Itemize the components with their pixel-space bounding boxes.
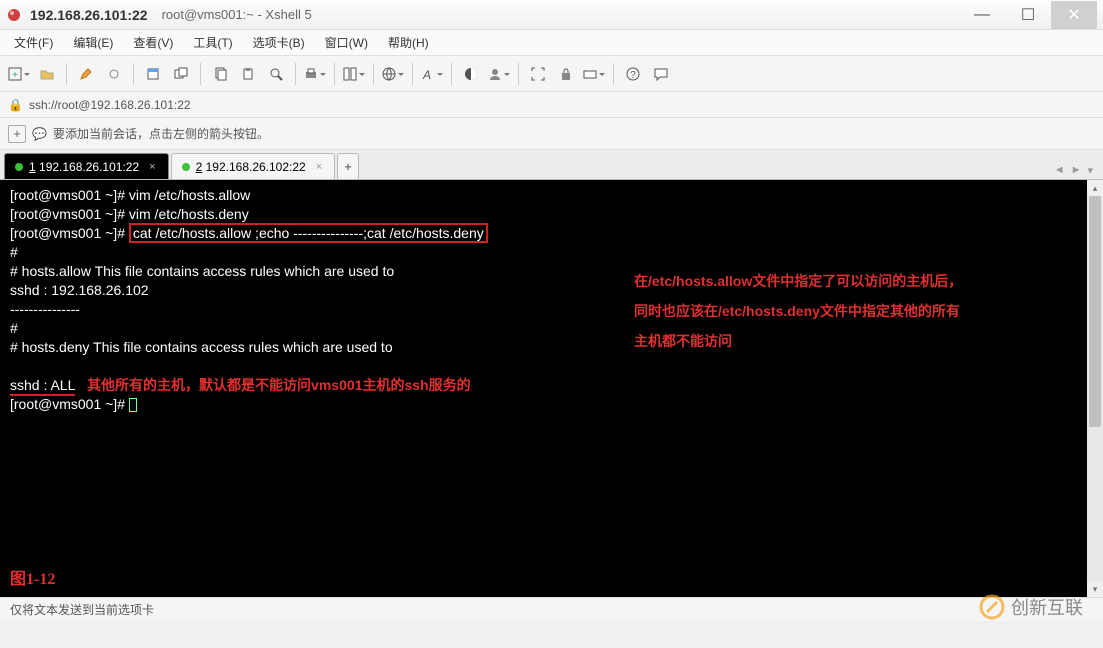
tab-prev-icon[interactable]: ◄ xyxy=(1052,162,1067,179)
menu-tabs[interactable]: 选项卡(B) xyxy=(245,32,313,53)
menu-bar: 文件(F) 编辑(E) 查看(V) 工具(T) 选项卡(B) 窗口(W) 帮助(… xyxy=(0,30,1103,56)
session-hint-bar: + 💬 要添加当前会话，点击左侧的箭头按钮。 xyxy=(0,118,1103,150)
toolbar: + A ? xyxy=(0,56,1103,92)
terminal-output[interactable]: [root@vms001 ~]# vim /etc/hosts.allow [r… xyxy=(0,180,1103,597)
menu-file[interactable]: 文件(F) xyxy=(6,32,61,53)
status-dot-icon xyxy=(182,163,190,171)
lock-small-icon: 🔒 xyxy=(8,98,23,112)
toolbar-separator xyxy=(133,63,134,85)
hint-text: 要添加当前会话，点击左侧的箭头按钮。 xyxy=(53,125,269,142)
menu-help[interactable]: 帮助(H) xyxy=(380,32,437,53)
highlighted-command: cat /etc/hosts.allow ;echo -------------… xyxy=(129,223,488,243)
close-button[interactable]: ✕ xyxy=(1051,1,1097,29)
tab-close-icon[interactable]: × xyxy=(149,161,155,173)
watermark: 创新互联 xyxy=(979,594,1083,620)
app-icon xyxy=(6,7,22,23)
open-icon[interactable] xyxy=(34,61,60,87)
address-bar: 🔒 ssh://root@192.168.26.101:22 xyxy=(0,92,1103,118)
tab-close-icon[interactable]: × xyxy=(316,161,322,173)
toolbar-separator xyxy=(451,63,452,85)
figure-label: 图1-12 xyxy=(10,570,55,589)
lock-icon[interactable] xyxy=(553,61,579,87)
status-bar: 仅将文本发送到当前选项卡 xyxy=(0,597,1103,621)
terminal-cursor xyxy=(129,398,137,412)
status-text: 仅将文本发送到当前选项卡 xyxy=(10,601,154,618)
toolbar-separator xyxy=(334,63,335,85)
svg-text:+: + xyxy=(12,70,18,81)
terminal-scrollbar[interactable]: ▴ ▾ xyxy=(1087,180,1103,597)
annotation-inline: 其他所有的主机，默认都是不能访问vms001主机的ssh服务的 xyxy=(87,377,471,393)
status-dot-icon xyxy=(15,163,23,171)
title-sub: root@vms001:~ - Xshell 5 xyxy=(162,7,312,22)
color-icon[interactable] xyxy=(458,61,484,87)
sessions-icon[interactable] xyxy=(168,61,194,87)
fullscreen-icon[interactable] xyxy=(525,61,551,87)
svg-text:?: ? xyxy=(630,70,636,81)
title-host: 192.168.26.101:22 xyxy=(30,7,148,23)
toolbar-separator xyxy=(613,63,614,85)
toolbar-separator xyxy=(295,63,296,85)
svg-text:A: A xyxy=(422,68,431,81)
toolbar-separator xyxy=(518,63,519,85)
annotation-right: 在/etc/hosts.allow文件中指定了可以访问的主机后， 同时也应该在/… xyxy=(634,266,962,356)
new-session-icon[interactable]: + xyxy=(6,61,32,87)
minimize-button[interactable]: — xyxy=(959,1,1005,29)
keyboard-icon[interactable] xyxy=(581,61,607,87)
address-url[interactable]: ssh://root@192.168.26.101:22 xyxy=(29,98,191,112)
toolbar-separator xyxy=(200,63,201,85)
scroll-up-icon[interactable]: ▴ xyxy=(1093,180,1098,196)
menu-tools[interactable]: 工具(T) xyxy=(185,32,240,53)
window-titlebar: 192.168.26.101:22 root@vms001:~ - Xshell… xyxy=(0,0,1103,30)
tab-session-1[interactable]: 1 192.168.26.101:22 × xyxy=(4,153,169,179)
toolbar-separator xyxy=(66,63,67,85)
scroll-down-icon[interactable]: ▾ xyxy=(1093,581,1098,597)
help-icon[interactable]: ? xyxy=(620,61,646,87)
hint-icon: 💬 xyxy=(32,127,47,141)
tab-strip: 1 192.168.26.101:22 × 2 192.168.26.102:2… xyxy=(0,150,1103,180)
tab-session-2[interactable]: 2 192.168.26.102:22 × xyxy=(171,153,336,179)
encoding-icon[interactable] xyxy=(380,61,406,87)
highlighted-rule: sshd : ALL xyxy=(10,377,75,396)
print-icon[interactable] xyxy=(302,61,328,87)
chat-icon[interactable] xyxy=(648,61,674,87)
edit-icon[interactable] xyxy=(73,61,99,87)
layout-icon[interactable] xyxy=(341,61,367,87)
scroll-thumb[interactable] xyxy=(1089,196,1101,427)
menu-edit[interactable]: 编辑(E) xyxy=(65,32,121,53)
user-icon[interactable] xyxy=(486,61,512,87)
add-session-button[interactable]: + xyxy=(8,125,26,143)
find-icon[interactable] xyxy=(263,61,289,87)
font-icon[interactable]: A xyxy=(419,61,445,87)
paste-icon[interactable] xyxy=(235,61,261,87)
copy-icon[interactable] xyxy=(207,61,233,87)
menu-window[interactable]: 窗口(W) xyxy=(317,32,376,53)
tab-menu-icon[interactable]: ▾ xyxy=(1085,162,1095,179)
toolbar-separator xyxy=(412,63,413,85)
maximize-button[interactable]: ☐ xyxy=(1005,1,1051,29)
tab-add-button[interactable]: + xyxy=(337,153,359,179)
menu-view[interactable]: 查看(V) xyxy=(125,32,181,53)
tab-next-icon[interactable]: ► xyxy=(1069,162,1084,179)
toolbar-separator xyxy=(373,63,374,85)
reconnect-icon[interactable] xyxy=(101,61,127,87)
properties-icon[interactable] xyxy=(140,61,166,87)
